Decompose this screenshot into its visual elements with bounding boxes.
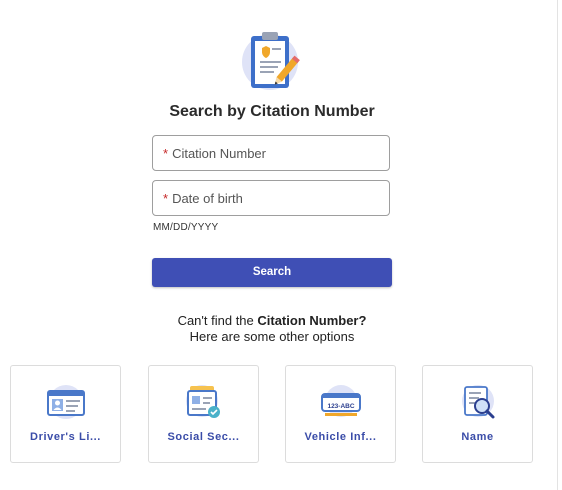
required-marker: * [163, 146, 169, 161]
svg-text:123-ABC: 123-ABC [327, 403, 354, 410]
drivers-license-option[interactable]: Driver's Li... [10, 365, 121, 463]
option-label: Social Sec... [167, 431, 240, 443]
option-label: Name [461, 431, 494, 443]
date-of-birth-placeholder: * Date of birth [163, 191, 243, 206]
option-label: Driver's Li... [30, 431, 101, 443]
option-label: Vehicle Inf... [304, 431, 377, 443]
social-security-option[interactable]: Social Sec... [148, 365, 259, 463]
citation-number-field[interactable]: * Citation Number [152, 135, 390, 171]
page-title: Search by Citation Number [169, 103, 375, 120]
citation-number-placeholder: * Citation Number [163, 146, 266, 161]
vehicle-info-option[interactable]: 123-ABC Vehicle Inf... [285, 365, 396, 463]
date-format-hint: MM/DD/YYYY [153, 222, 219, 233]
name-option[interactable]: Name [422, 365, 533, 463]
other-options-message: Can't find the Citation Number? Here are… [177, 313, 367, 344]
id-card-icon [45, 384, 87, 422]
required-marker: * [163, 191, 169, 206]
page-divider [557, 0, 558, 490]
search-button[interactable]: Search [152, 258, 392, 287]
document-search-icon [457, 384, 499, 422]
date-of-birth-field[interactable]: * Date of birth [152, 180, 390, 216]
social-security-card-icon [183, 384, 225, 422]
clipboard-icon [240, 26, 304, 96]
license-plate-icon: 123-ABC [320, 384, 362, 422]
